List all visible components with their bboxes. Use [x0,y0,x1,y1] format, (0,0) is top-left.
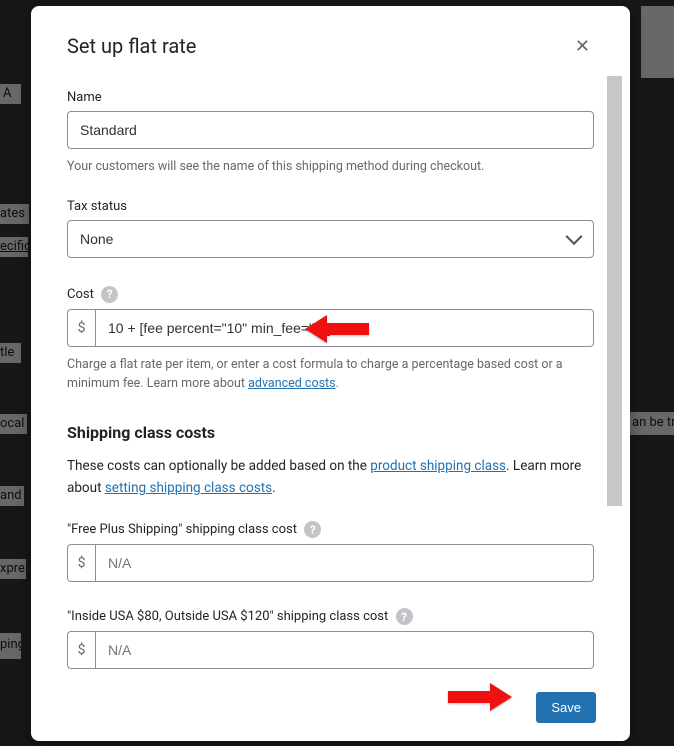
save-button[interactable]: Save [536,692,596,723]
currency-symbol: $ [67,544,95,582]
modal-title: Set up flat rate [67,34,196,58]
name-label: Name [67,90,594,105]
help-icon[interactable]: ? [101,286,118,303]
product-shipping-class-link[interactable]: product shipping class [370,458,506,474]
cost-group: Cost ? $ Charge a flat rate per item, or… [67,286,594,394]
tax-status-label: Tax status [67,199,594,214]
name-input[interactable] [67,111,594,149]
shipping-class-heading: Shipping class costs [67,423,594,442]
flat-rate-modal: Set up flat rate ✕ Name Your customers w… [31,6,630,741]
modal-footer: Save [31,678,630,741]
close-icon[interactable]: ✕ [571,34,594,60]
shipping-class-desc: These costs can optionally be added base… [67,456,594,499]
cost-label: Cost ? [67,286,594,303]
name-hint: Your customers will see the name of this… [67,158,594,177]
advanced-costs-link[interactable]: advanced costs [248,376,336,391]
name-field-group: Name Your customers will see the name of… [67,90,594,177]
class2-label: "Inside USA $80, Outside USA $120" shipp… [67,608,594,625]
modal-scroll-area[interactable]: Name Your customers will see the name of… [67,76,608,678]
cost-input[interactable] [95,309,594,347]
tax-status-select[interactable] [67,220,594,258]
help-icon[interactable]: ? [396,608,413,625]
class2-group: "Inside USA $80, Outside USA $120" shipp… [67,608,594,669]
class1-cost-input[interactable] [95,544,594,582]
scrollbar-thumb[interactable] [607,76,622,506]
currency-symbol: $ [67,631,95,669]
class2-cost-input[interactable] [95,631,594,669]
tax-status-group: Tax status [67,199,594,258]
currency-symbol: $ [67,309,95,347]
class1-group: "Free Plus Shipping" shipping class cost… [67,521,594,582]
help-icon[interactable]: ? [304,521,321,538]
setting-shipping-class-costs-link[interactable]: setting shipping class costs [105,480,272,496]
class1-label: "Free Plus Shipping" shipping class cost… [67,521,594,538]
cost-hint: Charge a flat rate per item, or enter a … [67,356,594,394]
